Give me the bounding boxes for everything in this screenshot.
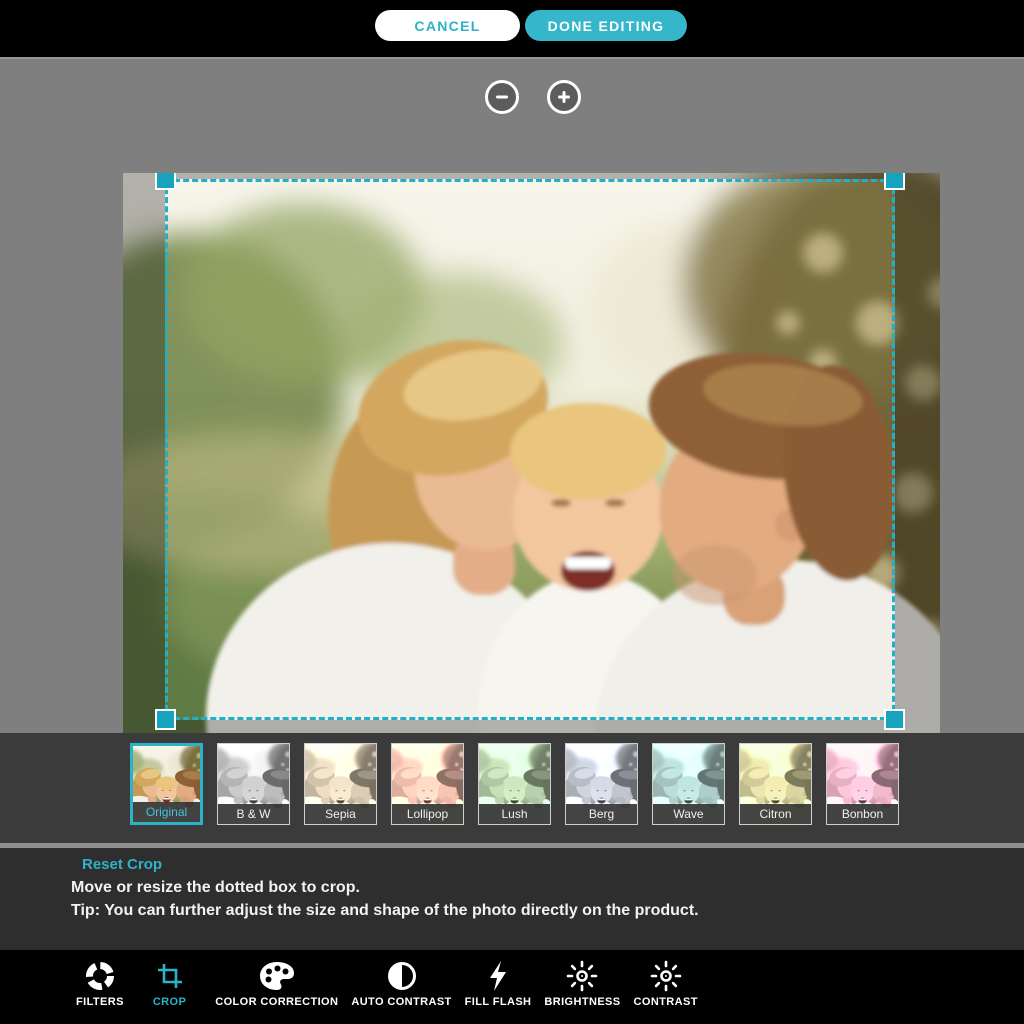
tool-label: FILTERS	[76, 996, 124, 1008]
filter-label: Wave	[653, 804, 724, 824]
crop-instructions-panel: Reset Crop Move or resize the dotted box…	[0, 848, 1024, 950]
filter-label: Lush	[479, 804, 550, 824]
filter-label: Lollipop	[392, 804, 463, 824]
filter-label: Sepia	[305, 804, 376, 824]
filter-thumb-bonbon[interactable]: Bonbon	[826, 743, 899, 825]
sun-icon	[650, 959, 682, 993]
filter-label: Berg	[566, 804, 637, 824]
tool-label: COLOR CORRECTION	[215, 996, 338, 1008]
filter-thumb-wave[interactable]: Wave	[652, 743, 725, 825]
zoom-in-button[interactable]	[547, 80, 581, 114]
plus-icon	[556, 89, 572, 105]
filter-thumb-berg[interactable]: Berg	[565, 743, 638, 825]
tool-crop[interactable]: CROP	[153, 959, 186, 1008]
half-circle-icon	[387, 959, 417, 993]
crop-handle-bottom-left[interactable]	[155, 709, 176, 730]
photo-preview	[123, 173, 940, 735]
crop-box[interactable]	[165, 179, 895, 720]
filter-thumb-sepia[interactable]: Sepia	[304, 743, 377, 825]
crop-handle-top-left[interactable]	[155, 173, 176, 190]
crop-tip-text: Tip: You can further adjust the size and…	[71, 902, 699, 920]
bottom-toolbar: FILTERS CROP COLOR CORREC	[0, 950, 1024, 1024]
filter-thumb-lush[interactable]: Lush	[478, 743, 551, 825]
tool-label: AUTO CONTRAST	[351, 996, 451, 1008]
filter-strip: Original B & W Sepia Lollipop Lush Berg …	[0, 733, 1024, 843]
lightning-icon	[488, 959, 508, 993]
tool-filters[interactable]: FILTERS	[76, 959, 124, 1008]
minus-icon	[494, 89, 510, 105]
aperture-icon	[84, 959, 116, 993]
sun-icon	[566, 959, 598, 993]
filter-thumb-original[interactable]: Original	[130, 743, 203, 825]
filter-thumb-citron[interactable]: Citron	[739, 743, 812, 825]
crop-handle-top-right[interactable]	[884, 173, 905, 190]
filter-label: Original	[133, 802, 200, 822]
reset-crop-link[interactable]: Reset Crop	[82, 856, 162, 873]
tool-brightness[interactable]: BRIGHTNESS	[544, 959, 620, 1008]
tool-label: BRIGHTNESS	[544, 996, 620, 1008]
photo-editor-app: CANCEL DONE EDITING	[0, 0, 1024, 1024]
tool-auto-contrast[interactable]: AUTO CONTRAST	[351, 959, 451, 1008]
tool-contrast[interactable]: CONTRAST	[634, 959, 698, 1008]
filter-thumb-bw[interactable]: B & W	[217, 743, 290, 825]
zoom-out-button[interactable]	[485, 80, 519, 114]
done-editing-button[interactable]: DONE EDITING	[525, 10, 687, 41]
crop-instruction-text: Move or resize the dotted box to crop.	[71, 879, 360, 897]
tool-label: FILL FLASH	[465, 996, 532, 1008]
tool-label: CONTRAST	[634, 996, 698, 1008]
filter-label: Bonbon	[827, 804, 898, 824]
filter-label: B & W	[218, 804, 289, 824]
cancel-button[interactable]: CANCEL	[375, 10, 520, 41]
filter-thumb-lollipop[interactable]: Lollipop	[391, 743, 464, 825]
tool-fill-flash[interactable]: FILL FLASH	[465, 959, 532, 1008]
editor-canvas	[0, 57, 1024, 733]
crop-handle-bottom-right[interactable]	[884, 709, 905, 730]
crop-icon	[156, 959, 184, 993]
tool-label: CROP	[153, 996, 186, 1008]
top-bar: CANCEL DONE EDITING	[0, 0, 1024, 57]
filter-label: Citron	[740, 804, 811, 824]
tool-color-correction[interactable]: COLOR CORRECTION	[215, 959, 338, 1008]
palette-icon	[259, 959, 295, 993]
